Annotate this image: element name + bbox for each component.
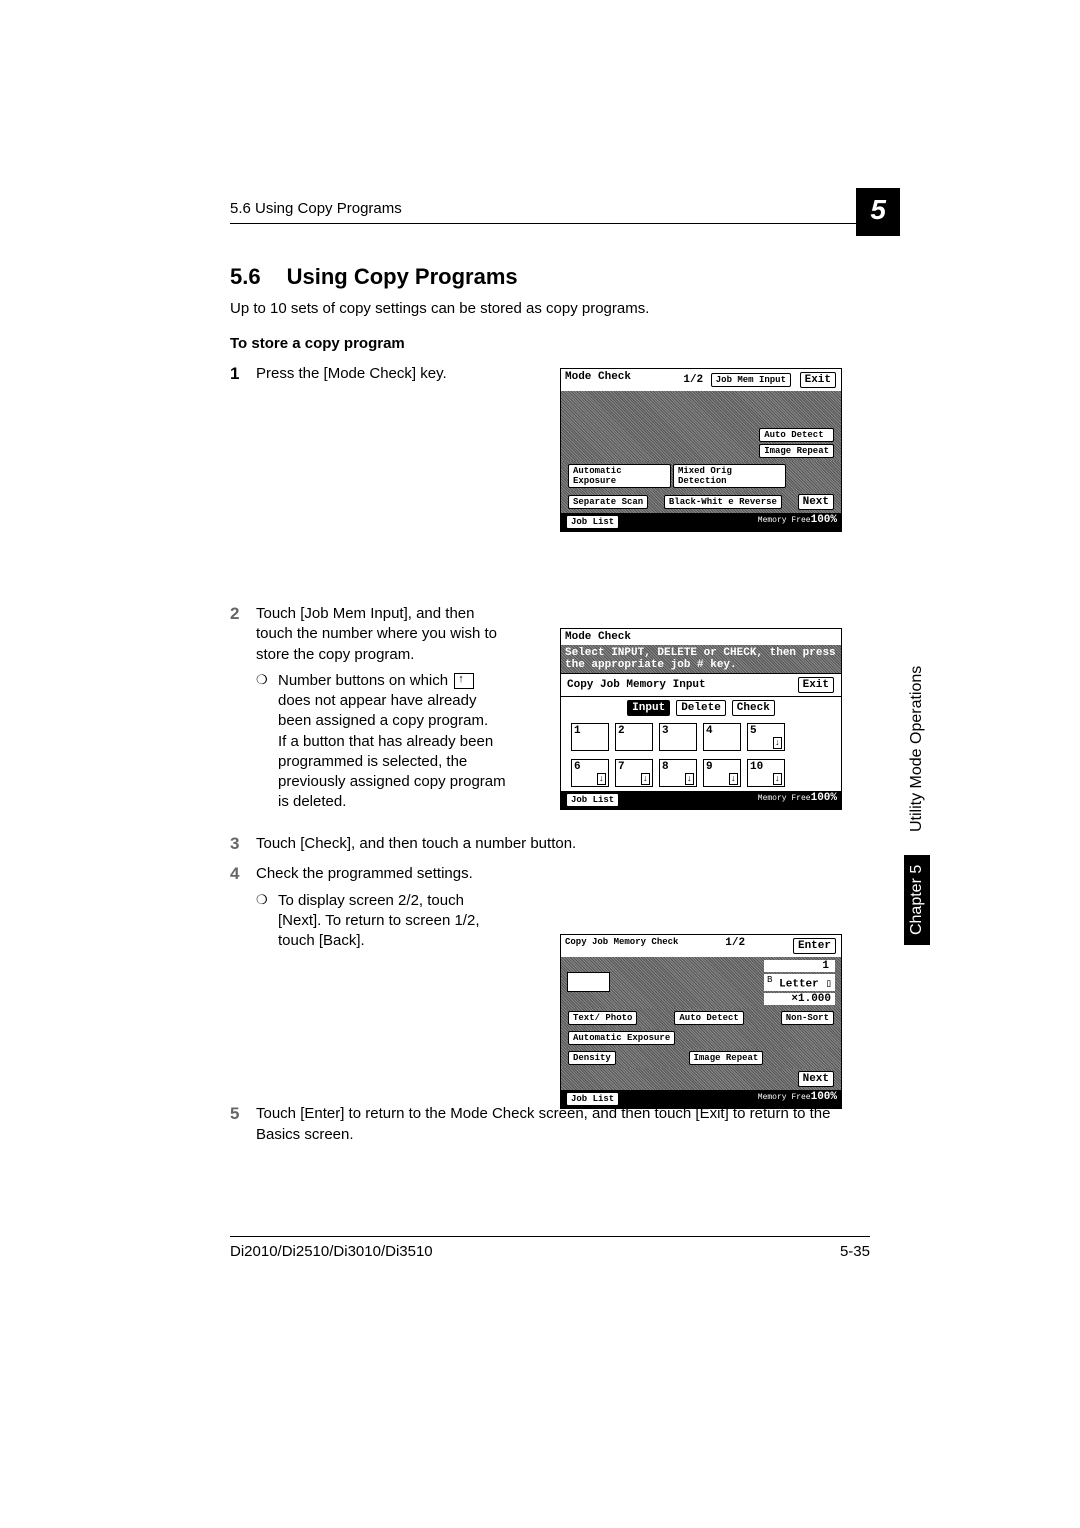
subheading: To store a copy program [230, 335, 870, 352]
lcd-screen-memory-check: Copy Job Memory Check 1/2 Enter ▦ ▸ ▦ 1 … [560, 934, 842, 1109]
lcd-screen-mode-check: Mode Check 1/2 Job Mem Input Exit Auto D… [560, 368, 842, 532]
auto-detect-button[interactable]: Auto Detect [759, 428, 834, 442]
orig-copy-icon: ▦ ▸ ▦ [567, 972, 610, 992]
bullet-body: Number buttons on which does not appear … [278, 671, 506, 813]
text-photo-button[interactable]: Text/ Photo [568, 1011, 637, 1025]
job-list-button[interactable]: Job List [566, 1092, 619, 1106]
lcd-screen-job-memory-input: Mode Check Select INPUT, DELETE or CHECK… [560, 628, 842, 810]
step-text: Touch [Check], and then touch a number b… [256, 834, 870, 854]
step-text: Touch [Job Mem Input], and then touch th… [256, 605, 497, 663]
running-header: 5.6 Using Copy Programs 5 [230, 200, 870, 224]
download-icon: ↓ [597, 773, 606, 785]
footer-model: Di2010/Di2510/Di3010/Di3510 [230, 1243, 433, 1260]
side-chapter: Chapter 5 [904, 855, 930, 945]
download-icon [454, 673, 474, 689]
page-footer: Di2010/Di2510/Di3010/Di3510 5-35 [230, 1236, 870, 1260]
job-slot-8[interactable]: 8↓ [659, 759, 697, 787]
section-title: 5.6 Using Copy Programs [230, 264, 870, 290]
bullet-text: To display screen 2/2, touch [Next]. To … [278, 891, 506, 952]
step-text: Check the programmed settings. [256, 865, 473, 882]
image-repeat-button[interactable]: Image Repeat [689, 1051, 764, 1065]
step-number: 3 [230, 834, 256, 854]
mixed-orig-button[interactable]: Mixed Orig Detection [673, 464, 786, 488]
download-icon: ↓ [685, 773, 694, 785]
memory-status: Memory Free100% [758, 792, 837, 808]
download-icon: ↓ [729, 773, 738, 785]
footer-page: 5-35 [840, 1243, 870, 1260]
intro-paragraph: Up to 10 sets of copy settings can be st… [230, 300, 870, 317]
next-button[interactable]: Next [798, 494, 834, 510]
step-text: Touch [Enter] to return to the Mode Chec… [256, 1104, 870, 1145]
step-number: 4 [230, 864, 256, 884]
job-slot-9[interactable]: 9↓ [703, 759, 741, 787]
paper-prefix: B [767, 974, 773, 985]
step-body: Touch [Job Mem Input], and then touch th… [256, 604, 506, 813]
lcd-title: Mode Check [565, 631, 631, 643]
download-icon: ↓ [773, 737, 782, 749]
delete-tab[interactable]: Delete [676, 700, 726, 716]
step-body: Check the programmed settings. ❍ To disp… [256, 864, 506, 951]
step-number: 2 [230, 604, 256, 624]
check-tab[interactable]: Check [732, 700, 775, 716]
lcd-title: Copy Job Memory Check [565, 937, 678, 955]
auto-exposure-button[interactable]: Automatic Exposure [568, 464, 671, 488]
section-title-text: Using Copy Programs [287, 264, 518, 289]
chapter-badge: 5 [856, 188, 900, 236]
step-number: 5 [230, 1104, 256, 1124]
lcd-page: 1/2 [683, 374, 703, 386]
lcd-title: Mode Check [565, 371, 631, 389]
bullet-note: If a button that has already been progra… [278, 733, 506, 811]
lcd-subtitle: Copy Job Memory Input [567, 679, 706, 691]
job-slot-3[interactable]: 3 [659, 723, 697, 751]
step-3: 3 Touch [Check], and then touch a number… [230, 834, 870, 854]
exit-button[interactable]: Exit [800, 372, 836, 388]
non-sort-button[interactable]: Non-Sort [781, 1011, 834, 1025]
memory-status: Memory Free100% [758, 514, 837, 530]
bw-reverse-button[interactable]: Black-Whit e Reverse [664, 495, 782, 509]
step-5: 5 Touch [Enter] to return to the Mode Ch… [230, 1104, 870, 1145]
memory-status: Memory Free100% [758, 1091, 837, 1107]
bullet-icon: ❍ [256, 671, 278, 813]
separate-scan-button[interactable]: Separate Scan [568, 495, 648, 509]
job-list-button[interactable]: Job List [566, 515, 619, 529]
enter-button[interactable]: Enter [793, 938, 836, 954]
side-tab: Chapter 5 Utility Mode Operations [904, 660, 930, 945]
image-repeat-button[interactable]: Image Repeat [759, 444, 834, 458]
lcd-prompt: Select INPUT, DELETE or CHECK, then pres… [561, 645, 841, 673]
section-number: 5.6 [230, 264, 261, 290]
paper-size: Letter [779, 979, 819, 991]
copies-count: 1 [764, 960, 835, 972]
job-slot-6[interactable]: 6↓ [571, 759, 609, 787]
exit-button[interactable]: Exit [798, 677, 834, 693]
next-button[interactable]: Next [798, 1071, 834, 1087]
job-slot-1[interactable]: 1 [571, 723, 609, 751]
bullet-icon: ❍ [256, 891, 278, 952]
job-slot-2[interactable]: 2 [615, 723, 653, 751]
input-tab[interactable]: Input [627, 700, 670, 716]
running-header-text: 5.6 Using Copy Programs [230, 200, 402, 217]
step-number: 1 [230, 364, 256, 384]
job-slot-4[interactable]: 4 [703, 723, 741, 751]
auto-detect-button[interactable]: Auto Detect [674, 1011, 743, 1025]
download-icon: ↓ [773, 773, 782, 785]
download-icon: ↓ [641, 773, 650, 785]
job-slot-10[interactable]: 10↓ [747, 759, 785, 787]
orientation-icon: ▯ [825, 979, 832, 991]
job-mem-input-button[interactable]: Job Mem Input [711, 373, 791, 387]
bullet-text: Number buttons on which [278, 672, 448, 689]
lcd-page: 1/2 [725, 937, 745, 955]
bullet-cont: does not appear have already been assign… [278, 692, 488, 729]
job-list-button[interactable]: Job List [566, 793, 619, 807]
job-slot-7[interactable]: 7↓ [615, 759, 653, 787]
zoom-value: ×1.000 [764, 993, 835, 1005]
job-slot-5[interactable]: 5↓ [747, 723, 785, 751]
side-text: Utility Mode Operations [904, 660, 929, 838]
step-text: Press the [Mode Check] key. [256, 364, 506, 384]
density-button[interactable]: Density [568, 1051, 616, 1065]
auto-exposure-button[interactable]: Automatic Exposure [568, 1031, 675, 1045]
